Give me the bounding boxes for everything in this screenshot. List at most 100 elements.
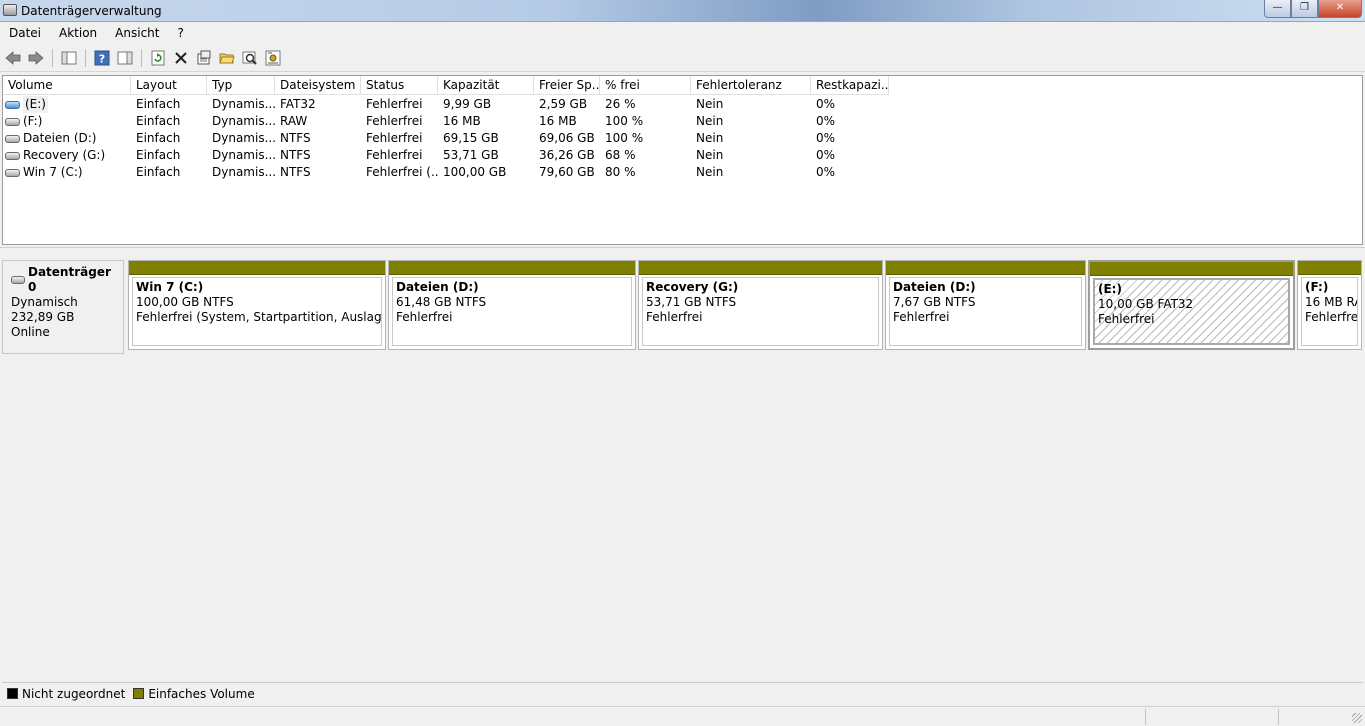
col-header-layout[interactable]: Layout [131, 76, 207, 95]
cell-fehlertol: Nein [696, 114, 724, 128]
properties-icon[interactable] [194, 48, 214, 68]
console-tree-icon[interactable] [59, 48, 79, 68]
open-icon[interactable] [217, 48, 237, 68]
col-header-dateisystem[interactable]: Dateisystem [275, 76, 361, 95]
partition-color-bar [639, 261, 882, 275]
close-button[interactable]: ✕ [1318, 0, 1362, 18]
partition-color-bar [1090, 262, 1293, 276]
table-row[interactable]: Dateien (D:) Einfach Dynamis... NTFS Fehlerf… [3, 130, 889, 147]
col-header-restkapazitaet[interactable]: Restkapazi... [811, 76, 889, 95]
pane-splitter[interactable] [0, 247, 1365, 251]
cell-kap: 100,00 GB [443, 165, 507, 179]
cell-pct: 26 % [605, 97, 636, 111]
cell-fehlertol: Nein [696, 97, 724, 111]
cell-layout: Einfach [136, 97, 181, 111]
cell-status: Fehlerfrei [366, 148, 423, 162]
cell-kap: 9,99 GB [443, 97, 492, 111]
partition-size: 10,00 GB FAT32 [1098, 297, 1194, 311]
status-bar [0, 706, 1365, 726]
partition-size: 16 MB RAW [1305, 295, 1357, 309]
action-pane-icon[interactable] [115, 48, 135, 68]
disk-management-icon [3, 4, 17, 16]
partition-status: Fehlerfrei [1305, 310, 1358, 324]
delete-icon[interactable] [171, 48, 191, 68]
partition-size: 7,67 GB NTFS [893, 295, 976, 309]
cell-fs: NTFS [280, 131, 311, 145]
resize-grip-icon[interactable] [1352, 713, 1362, 723]
col-header-status[interactable]: Status [361, 76, 438, 95]
maximize-button[interactable]: ❐ [1291, 0, 1318, 18]
partition-e[interactable]: (E:) 10,00 GB FAT32 Fehlerfrei [1088, 260, 1295, 350]
partition-color-bar [886, 261, 1085, 275]
partition-details: (E:) 10,00 GB FAT32 Fehlerfrei [1093, 278, 1290, 345]
legend-item-unallocated: Nicht zugeordnet [7, 687, 125, 701]
col-header-volume[interactable]: Volume [3, 76, 131, 95]
partition-size: 53,71 GB NTFS [646, 295, 737, 309]
help-icon[interactable]: ? [92, 48, 112, 68]
col-header-kapazitaet[interactable]: Kapazität [438, 76, 534, 95]
col-header-typ[interactable]: Typ [207, 76, 275, 95]
cell-fehlertol: Nein [696, 148, 724, 162]
minimize-button[interactable]: — [1264, 0, 1291, 18]
cell-fehlertol: Nein [696, 131, 724, 145]
partition-name: Recovery (G:) [646, 280, 739, 294]
volume-list-rows: (E:) Einfach Dynamis... FAT32 Fehlerfrei 9,99… [3, 96, 889, 181]
toolbar: ? [0, 44, 1365, 72]
volume-name: (F:) [23, 114, 43, 128]
volume-name: Recovery (G:) [23, 148, 106, 162]
settings-icon[interactable] [263, 48, 283, 68]
partition-details: Dateien (D:) 7,67 GB NTFS Fehlerfrei [889, 277, 1082, 346]
partition-name: (F:) [1305, 280, 1329, 294]
menu-aktion[interactable]: Aktion [50, 23, 106, 43]
partition-recovery-g[interactable]: Recovery (G:) 53,71 GB NTFS Fehlerfrei [638, 260, 883, 350]
cell-fs: FAT32 [280, 97, 316, 111]
window-title: Datenträgerverwaltung [21, 4, 162, 18]
partition-name: (E:) [1098, 282, 1122, 296]
cell-layout: Einfach [136, 114, 181, 128]
legend-bar: Nicht zugeordnet Einfaches Volume [2, 682, 1363, 704]
volume-name: (E:) [23, 96, 48, 113]
table-row[interactable]: (E:) Einfach Dynamis... FAT32 Fehlerfrei 9,99… [3, 96, 889, 113]
menu-datei[interactable]: Datei [0, 23, 50, 43]
partition-dateien-d-2[interactable]: Dateien (D:) 7,67 GB NTFS Fehlerfrei [885, 260, 1086, 350]
partition-dateien-d-1[interactable]: Dateien (D:) 61,48 GB NTFS Fehlerfrei [388, 260, 636, 350]
volume-name: Win 7 (C:) [23, 165, 83, 179]
window-controls: — ❐ ✕ [1264, 0, 1362, 18]
table-row[interactable]: Recovery (G:) Einfach Dynamis... NTFS Fehler… [3, 147, 889, 164]
refresh-icon[interactable] [148, 48, 168, 68]
table-row[interactable]: (F:) Einfach Dynamis... RAW Fehlerfrei 16 MB 1… [3, 113, 889, 130]
col-header-fehlertoleranz[interactable]: Fehlertoleranz [691, 76, 811, 95]
drive-icon [5, 168, 20, 177]
back-icon[interactable] [3, 48, 23, 68]
volume-list[interactable]: Volume Layout Typ Dateisystem Status Kap… [2, 75, 1363, 245]
cell-frei: 2,59 GB [539, 97, 588, 111]
legend-label: Einfaches Volume [148, 686, 255, 701]
legend-swatch-black [7, 688, 18, 699]
menu-help[interactable]: ? [168, 23, 192, 43]
explore-icon[interactable] [240, 48, 260, 68]
cell-fehlertol: Nein [696, 165, 724, 179]
cell-layout: Einfach [136, 131, 181, 145]
cell-fs: NTFS [280, 165, 311, 179]
status-divider [1278, 709, 1279, 725]
cell-frei: 69,06 GB [539, 131, 595, 145]
partition-f[interactable]: (F:) 16 MB RAW Fehlerfrei [1297, 260, 1362, 350]
partition-name: Dateien (D:) [396, 280, 479, 294]
svg-text:?: ? [99, 52, 105, 65]
col-header-freier-speicher[interactable]: Freier Sp... [534, 76, 600, 95]
cell-pct: 80 % [605, 165, 636, 179]
cell-layout: Einfach [136, 165, 181, 179]
cell-volume: Win 7 (C:) [3, 164, 131, 181]
table-row[interactable]: Win 7 (C:) Einfach Dynamis... NTFS Fehlerfre… [3, 164, 889, 181]
cell-status: Fehlerfrei [366, 97, 423, 111]
cell-rest: 0% [816, 148, 836, 162]
col-header-prozent-frei[interactable]: % frei [600, 76, 691, 95]
partition-status: Fehlerfrei [1098, 312, 1155, 326]
cell-typ: Dynamis... [212, 114, 275, 128]
legend-label: Nicht zugeordnet [22, 686, 126, 701]
disk-label[interactable]: Datenträger 0 Dynamisch 232,89 GB Online [2, 260, 124, 354]
partition-size: 100,00 GB NTFS [136, 295, 234, 309]
partition-win7-c[interactable]: Win 7 (C:) 100,00 GB NTFS Fehlerfrei (Sy… [128, 260, 386, 350]
menu-ansicht[interactable]: Ansicht [106, 23, 168, 43]
forward-icon[interactable] [26, 48, 46, 68]
